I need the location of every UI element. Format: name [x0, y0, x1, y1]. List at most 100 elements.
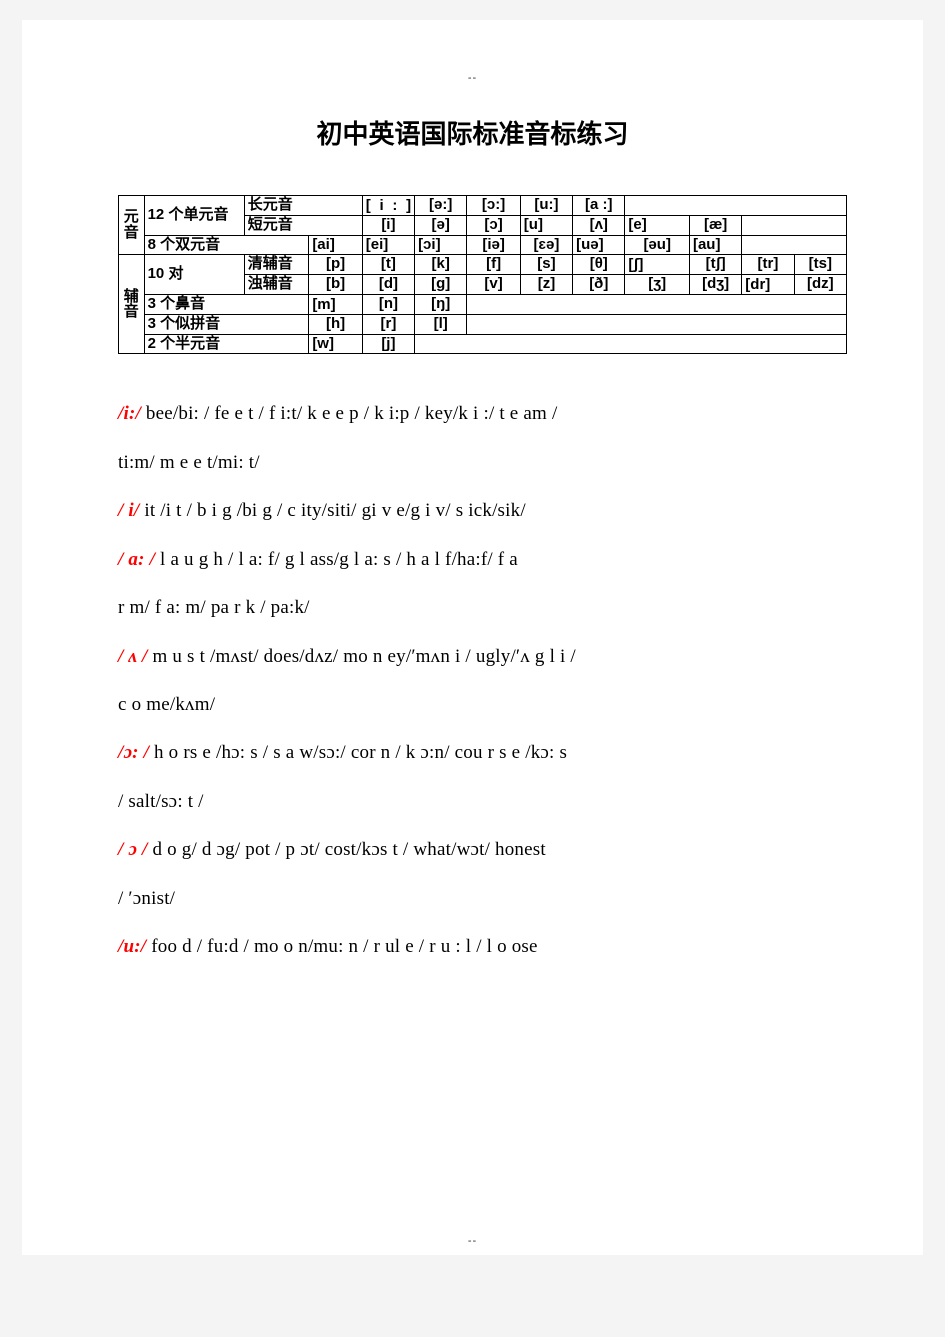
group-nasals: 3 个鼻音 — [143, 293, 310, 315]
practice-symbol: / a: / — [118, 548, 156, 570]
symbol-cell-short-6: [æ] — [688, 214, 743, 236]
symbol-cell-pinyin-empty — [466, 313, 847, 335]
practice-words: / salt/sɔ: t / — [118, 790, 204, 812]
practice-line: ti:m/ m e e t/mi: t/ — [118, 439, 863, 487]
practice-word-list: /i:/ bee/bi: / fe e t / f i:t/ k e e p /… — [118, 390, 863, 971]
table-row-voiceless: 辅 音 10 对 清辅音 [p] [t] [k] [f] [s] [θ] [ʃ]… — [118, 254, 848, 355]
symbol-cell-nasal-0: [m] — [308, 293, 363, 315]
symbol-cell-voiced-9: [dz] — [793, 274, 848, 295]
symbol-cell-nasal-empty — [466, 293, 847, 315]
subgroup-voiced: 浊辅音 — [243, 274, 310, 295]
practice-symbol: /i:/ — [118, 403, 141, 425]
page-header-mark: -- — [467, 72, 478, 84]
symbol-cell-diph-5: [uə] — [572, 234, 626, 256]
practice-line: c o me/kʌm/ — [118, 681, 863, 729]
symbol-cell-long-1: [ə:] — [414, 195, 468, 216]
group-pairs: 10 对 — [143, 254, 245, 295]
row-label-vowel-char1: 元 — [123, 208, 139, 226]
symbol-cell-diph-0: [ai] — [308, 234, 363, 256]
symbol-cell-diph-3: [iə] — [466, 234, 521, 256]
practice-line: / ʌ / m u s t /mʌst/ does/dʌz/ mo n ey/′… — [118, 633, 863, 681]
practice-words: m u s t /mʌst/ does/dʌz/ mo n ey/′mʌn i … — [152, 645, 576, 667]
practice-words: l a u g h / l a: f/ g l ass/g l a: s / h… — [160, 548, 518, 570]
symbol-cell-voiced-4: [z] — [519, 274, 574, 295]
symbol-cell-short-5: [e] — [624, 214, 690, 236]
practice-words: d o g/ d ɔg/ pot / p ɔt/ cost/kɔs t / wh… — [152, 839, 546, 861]
practice-words: bee/bi: / fe e t / f i:t/ k e e p / k i:… — [145, 403, 558, 425]
row-label-consonant: 辅 音 — [118, 254, 145, 355]
symbol-cell-voiceless-1: [t] — [361, 254, 416, 276]
practice-line: / i/ it /i t / b i g /bi g / c ity/siti/… — [118, 487, 863, 535]
symbol-cell-short-0: [i] — [361, 214, 416, 236]
symbol-cell-semivowel-empty — [414, 333, 847, 355]
symbol-cell-voiceless-0: [p] — [308, 254, 363, 276]
table-row-diphthongs: 8 个双元音 [ai] [ei] [ɔi] [iə] [ɛə] [uə] [əu… — [119, 234, 847, 256]
symbol-cell-nasal-1: [n] — [361, 293, 416, 315]
symbol-cell-long-3: [u:] — [519, 195, 574, 216]
subgroup-long-vowel: 长元音 — [243, 195, 363, 216]
symbol-cell-long-4: [a :] — [572, 195, 626, 216]
document-page: -- 初中英语国际标准音标练习 元 音 12 个单元音 长元音 [i:] … — [22, 20, 923, 1255]
practice-words: / ′ɔnist/ — [118, 887, 176, 909]
symbol-cell-long-0: [ i : ] — [361, 195, 416, 216]
practice-symbol: / i/ — [118, 500, 140, 522]
symbol-cell-voiced-8: [dr] — [741, 274, 795, 295]
symbol-cell-voiceless-3: [f] — [466, 254, 521, 276]
table-row-long-vowels: 元 音 12 个单元音 长元音 [ i : ] [ə:] [ɔ:] [u:] [… — [118, 194, 847, 256]
phonetic-chart-container: 元 音 12 个单元音 长元音 [ i : ] [ə:] [ɔ:] [u:] [… — [118, 194, 923, 355]
symbol-cell-voiceless-7: [tʃ] — [688, 254, 743, 276]
symbol-cell-voiceless-9: [ts] — [793, 254, 848, 276]
practice-words: c o me/kʌm/ — [118, 694, 216, 715]
row-label-consonant-char2: 音 — [123, 303, 139, 321]
row-label-consonant-char1: 辅 — [123, 287, 139, 305]
subgroup-voiceless: 清辅音 — [243, 254, 310, 276]
practice-line: /i:/ bee/bi: / fe e t / f i:t/ k e e p /… — [118, 390, 863, 438]
practice-line: / a: / l a u g h / l a: f/ g l ass/g l a… — [118, 536, 863, 584]
symbol-cell-long-empty — [624, 195, 847, 216]
symbol-cell-diph-1: [ei] — [361, 234, 416, 256]
symbol-cell-pinyin-0: [h] — [308, 313, 363, 335]
table-row-pinyin-like: 3 个似拼音 [h] [r] [l] — [119, 313, 847, 335]
symbol-cell-voiceless-2: [k] — [414, 254, 468, 276]
symbol-cell-voiced-6: [ʒ] — [624, 274, 690, 295]
practice-words: h o rs e /hɔ: s / s a w/sɔ:/ cor n / k ɔ… — [154, 742, 568, 764]
practice-words: foo d / fu:d / mo o n/mu: n / r ul e / r… — [151, 936, 538, 958]
symbol-cell-short-1: [ə] — [414, 214, 468, 236]
symbol-cell-voiceless-6: [ʃ] — [624, 254, 690, 276]
symbol-cell-voiceless-5: [θ] — [572, 254, 626, 276]
subgroup-short-vowel: 短元音 — [243, 214, 363, 236]
table-row-nasals: 3 个鼻音 [m] [n] [ŋ] — [119, 293, 847, 315]
practice-words: ti:m/ m e e t/mi: t/ — [118, 451, 260, 473]
symbol-cell-short-2: [ɔ] — [466, 214, 521, 236]
practice-words: r m/ f a: m/ pa r k / pa:k/ — [118, 597, 310, 619]
group-pinyin-like: 3 个似拼音 — [143, 313, 310, 335]
symbol-cell-voiced-0: [b] — [308, 274, 363, 295]
symbol-cell-diph-6: [əu] — [624, 234, 690, 256]
practice-line: / salt/sɔ: t / — [118, 778, 863, 826]
row-label-vowel-char2: 音 — [123, 224, 139, 242]
row-label-vowel: 元 音 — [118, 194, 145, 256]
symbol-cell-voiced-3: [v] — [466, 274, 521, 295]
practice-line: /ɔ: / h o rs e /hɔ: s / s a w/sɔ:/ cor n… — [118, 729, 863, 777]
practice-line: r m/ f a: m/ pa r k / pa:k/ — [118, 584, 863, 632]
symbol-cell-diph-7: [au] — [688, 234, 743, 256]
group-monophthongs: 12 个单元音 — [143, 195, 245, 236]
phonetic-symbol-table: 元 音 12 个单元音 长元音 [ i : ] [ə:] [ɔ:] [u:] [… — [118, 194, 848, 355]
practice-symbol: /u:/ — [118, 936, 147, 958]
table-row-semivowels: 2 个半元音 [w] [j] — [119, 333, 847, 355]
symbol-cell-pinyin-2: [l] — [414, 313, 468, 335]
group-diphthongs: 8 个双元音 — [143, 234, 310, 256]
symbol-cell-semivowel-1: [j] — [361, 333, 416, 355]
practice-words: it /i t / b i g /bi g / c ity/siti/ gi v… — [144, 500, 526, 522]
symbol-cell-short-3: [u] — [519, 214, 574, 236]
practice-symbol: / ʌ / — [118, 645, 148, 667]
symbol-cell-voiced-2: [g] — [414, 274, 468, 295]
group-semivowels: 2 个半元音 — [143, 333, 310, 355]
practice-line: /u:/ foo d / fu:d / mo o n/mu: n / r ul … — [118, 923, 863, 971]
practice-line: / ′ɔnist/ — [118, 875, 863, 923]
page-title: 初中英语国际标准音标练习 — [316, 120, 629, 149]
symbol-cell-short-4: [ʌ] — [572, 214, 626, 236]
practice-symbol: /ɔ: / — [118, 742, 150, 764]
symbol-cell-voiced-7: [dʒ] — [688, 274, 743, 295]
symbol-cell-nasal-2: [ŋ] — [414, 293, 468, 315]
